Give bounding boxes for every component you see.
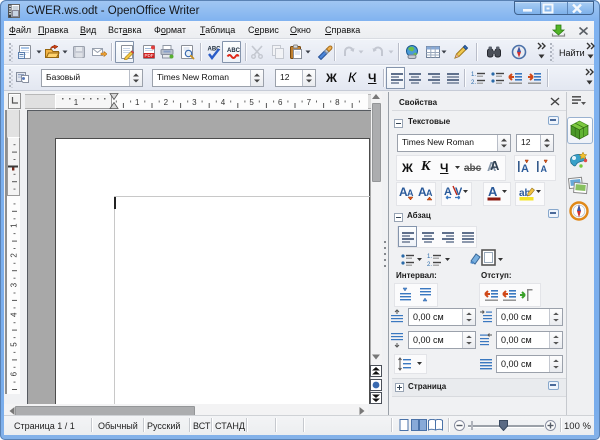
svg-text:2.: 2. [471,80,476,86]
svg-text:A: A [426,188,433,198]
svg-text:A: A [521,163,529,175]
svg-text:5: 5 [249,98,254,107]
svg-text:6: 6 [10,371,19,376]
svg-text:A: A [490,158,500,173]
svg-text:1: 1 [74,98,79,107]
svg-text:8: 8 [335,98,340,107]
svg-text:5: 5 [10,342,19,347]
svg-text:1: 1 [135,98,140,107]
svg-text:6: 6 [278,98,283,107]
svg-text:3: 3 [192,98,197,107]
svg-text:7: 7 [307,98,312,107]
svg-text:A: A [541,164,548,174]
svg-text:4: 4 [221,98,226,107]
svg-text:ABC: ABC [227,48,241,54]
svg-text:A: A [488,184,498,199]
svg-text:4: 4 [10,312,19,317]
svg-text:PDF: PDF [145,53,154,58]
svg-text:1.: 1. [471,72,476,78]
svg-text:3: 3 [10,282,19,287]
svg-text:2: 2 [164,98,169,107]
svg-text:2.: 2. [427,262,432,268]
svg-text:1: 1 [10,223,19,228]
svg-text:1.: 1. [427,254,432,260]
svg-text:A: A [407,188,414,198]
svg-text:2: 2 [10,253,19,258]
